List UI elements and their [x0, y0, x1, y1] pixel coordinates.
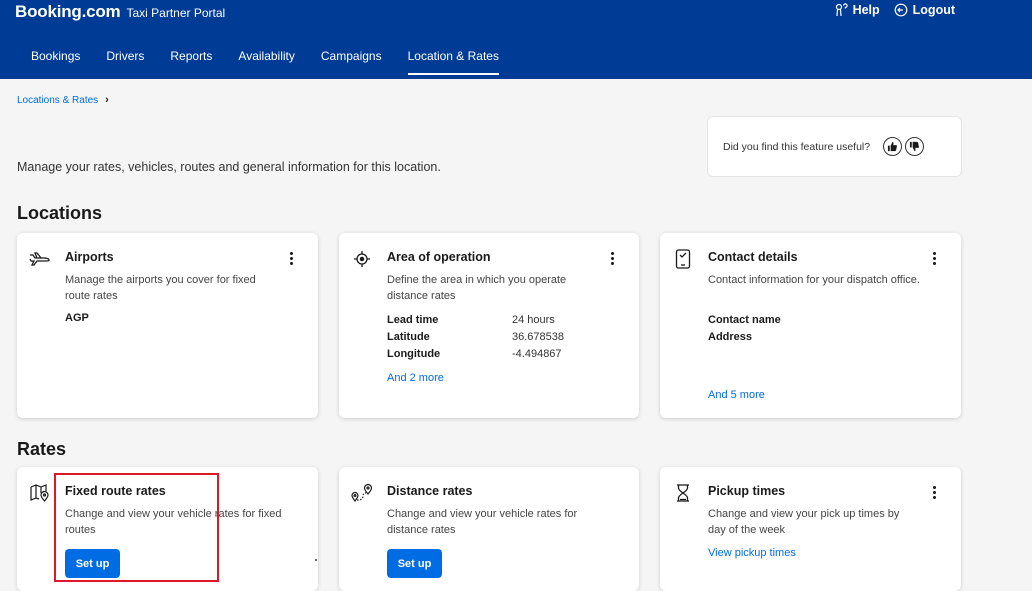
locations-heading: Locations: [17, 203, 103, 223]
brand[interactable]: Booking.com Taxi Partner Portal: [15, 2, 225, 22]
longitude-label: Longitude: [387, 348, 441, 360]
nav-reports[interactable]: Reports: [157, 35, 225, 79]
address-field: Address: [708, 331, 753, 343]
logout-label: Logout: [912, 3, 955, 17]
lead-time-label: Lead time: [387, 314, 439, 326]
top-navigation-bar: Booking.com Taxi Partner Portal Help Log…: [0, 0, 1032, 79]
contact-name-field: Contact name: [708, 314, 781, 326]
area-menu-button[interactable]: [607, 248, 617, 268]
longitude-value: -4.494867: [512, 348, 562, 360]
airports-description: Manage the airports you cover for fixed …: [65, 274, 256, 302]
breadcrumb: Locations & Rates ›: [17, 94, 109, 106]
area-more-link[interactable]: And 2 more: [387, 372, 444, 384]
hourglass-icon: [672, 483, 694, 503]
page-intro: Manage your rates, vehicles, routes and …: [17, 160, 441, 174]
distance-setup-button[interactable]: Set up: [387, 549, 442, 578]
pickup-times-card: Pickup times Change and view your pick u…: [660, 467, 961, 591]
chevron-right-icon: ›: [105, 94, 109, 106]
thumbs-up-icon: [888, 141, 898, 152]
area-details: Lead time 24 hours Latitude 36.678538 Lo…: [387, 312, 564, 363]
pickup-title: Pickup times: [708, 484, 786, 498]
area-description: Define the area in which you operate dis…: [387, 274, 567, 302]
distance-rates-card: Distance rates Change and view your vehi…: [339, 467, 639, 591]
airport-code: AGP: [65, 312, 89, 324]
thumbs-down-icon: [910, 141, 920, 152]
help-label: Help: [852, 3, 880, 17]
nav-availability[interactable]: Availability: [225, 35, 307, 79]
area-of-operation-card: Area of operation Define the area in whi…: [339, 233, 639, 418]
highlight-box: [54, 473, 219, 582]
view-pickup-times-link[interactable]: View pickup times: [708, 547, 796, 559]
nav-drivers[interactable]: Drivers: [93, 35, 157, 79]
thumbs-down-button[interactable]: [905, 137, 925, 156]
nav-location-rates[interactable]: Location & Rates: [395, 35, 512, 79]
pickup-description: Change and view your pick up times by da…: [708, 508, 900, 536]
rates-heading: Rates: [17, 439, 67, 459]
feedback-question: Did you find this feature useful?: [723, 140, 871, 153]
feedback-widget: Did you find this feature useful?: [707, 116, 962, 177]
breadcrumb-link[interactable]: Locations & Rates: [17, 95, 98, 106]
main-nav: Bookings Drivers Reports Availability Ca…: [18, 35, 512, 79]
contact-description: Contact information for your dispatch of…: [708, 274, 920, 286]
airports-title: Airports: [65, 250, 114, 264]
header-actions: Help Logout: [820, 3, 955, 17]
airports-card: Airports Manage the airports you cover f…: [17, 233, 318, 418]
nav-campaigns[interactable]: Campaigns: [308, 35, 395, 79]
pickup-menu-button[interactable]: [929, 482, 939, 502]
thumbs-up-button[interactable]: [883, 137, 903, 156]
logout-link[interactable]: Logout: [894, 3, 955, 17]
decorative-dot: [315, 559, 317, 561]
plane-icon: [29, 249, 51, 269]
feedback-buttons: [883, 137, 927, 156]
latitude-value: 36.678538: [512, 331, 564, 343]
portal-name: Taxi Partner Portal: [126, 6, 226, 20]
airports-menu-button[interactable]: [286, 248, 296, 268]
target-icon: [351, 249, 373, 269]
nav-bookings[interactable]: Bookings: [18, 35, 93, 79]
contact-menu-button[interactable]: [929, 248, 939, 268]
contact-more-link[interactable]: And 5 more: [708, 389, 765, 401]
help-link[interactable]: Help: [834, 3, 880, 17]
route-icon: [351, 483, 373, 503]
area-title: Area of operation: [387, 250, 491, 264]
contact-details-card: Contact details Contact information for …: [660, 233, 961, 418]
lead-time-value: 24 hours: [512, 314, 555, 326]
logout-icon: [894, 3, 908, 17]
brand-logo: Booking.com: [15, 2, 121, 21]
contact-title: Contact details: [708, 250, 798, 264]
phone-check-icon: [672, 249, 694, 269]
distance-description: Change and view your vehicle rates for d…: [387, 508, 578, 536]
map-pin-icon: [29, 483, 51, 503]
latitude-label: Latitude: [387, 331, 430, 343]
distance-title: Distance rates: [387, 484, 473, 498]
help-icon: [835, 3, 848, 17]
